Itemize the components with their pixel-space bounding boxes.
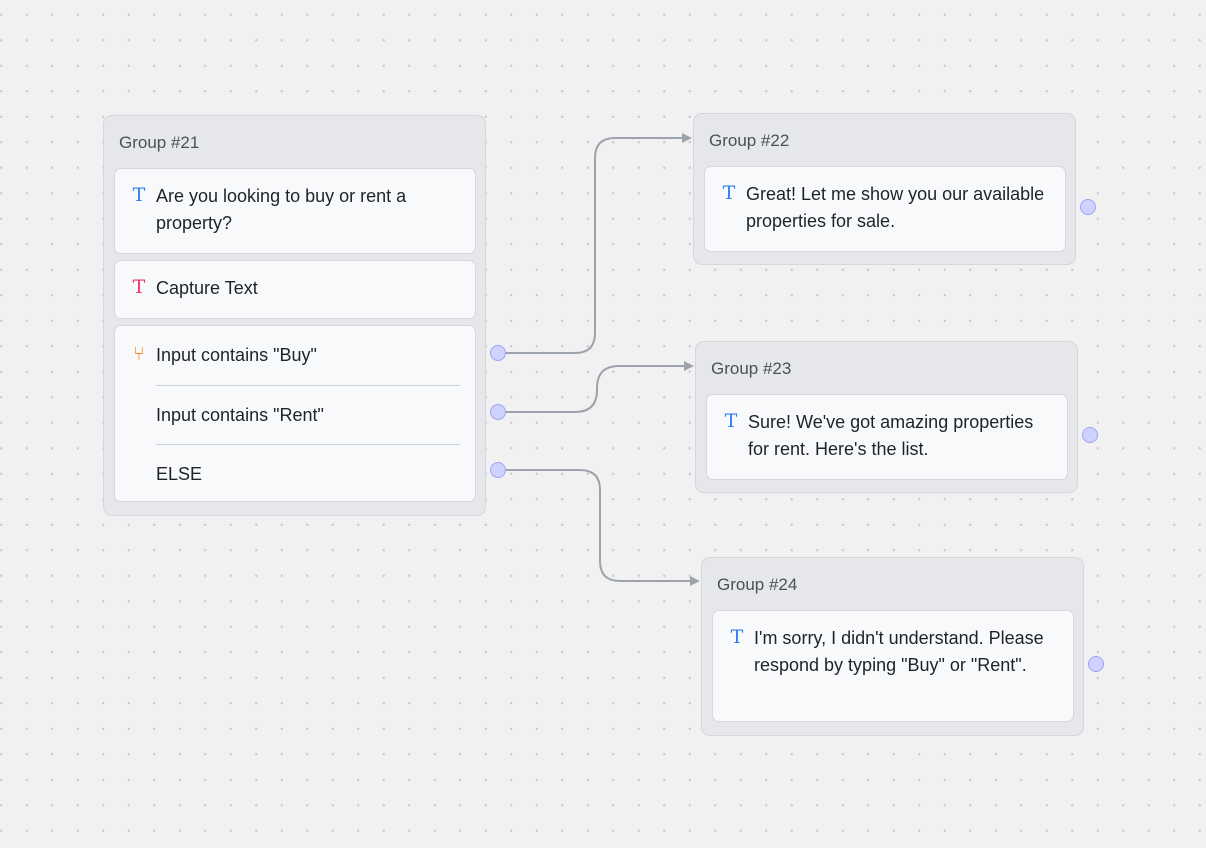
text-icon: T [722, 182, 736, 204]
block-text: I'm sorry, I didn't understand. Please r… [754, 628, 1044, 675]
text-icon: T [730, 626, 744, 648]
edge-rent-to-group-23 [505, 365, 685, 413]
text-bubble-block[interactable]: T Great! Let me show you our available p… [704, 166, 1066, 252]
output-port-group-22[interactable] [1080, 199, 1096, 215]
condition-item-rent[interactable]: Input contains "Rent" [156, 385, 460, 444]
condition-block[interactable]: ⑂ Input contains "Buy" Input contains "R… [114, 325, 476, 502]
output-port-else[interactable] [490, 462, 506, 478]
group-title[interactable]: Group #23 [706, 342, 1068, 394]
group-title[interactable]: Group #22 [704, 114, 1066, 166]
edge-else-to-group-24 [505, 469, 691, 582]
text-bubble-block[interactable]: T Are you looking to buy or rent a prope… [114, 168, 476, 254]
capture-text-icon: T [132, 276, 146, 298]
group-title[interactable]: Group #24 [712, 558, 1074, 610]
output-port-group-24[interactable] [1088, 656, 1104, 672]
condition-item-buy[interactable]: Input contains "Buy" [156, 326, 460, 385]
group-24[interactable]: Group #24 T I'm sorry, I didn't understa… [701, 557, 1084, 736]
text-icon: T [132, 184, 146, 206]
block-text: Great! Let me show you our available pro… [746, 184, 1045, 231]
block-text: Sure! We've got amazing properties for r… [748, 412, 1034, 459]
branch-icon: ⑂ [133, 343, 145, 365]
group-title[interactable]: Group #21 [114, 116, 476, 168]
text-bubble-block[interactable]: T I'm sorry, I didn't understand. Please… [712, 610, 1074, 722]
edge-buy-to-group-22 [505, 137, 683, 354]
text-icon: T [724, 410, 738, 432]
block-text: Are you looking to buy or rent a propert… [156, 186, 407, 233]
group-22[interactable]: Group #22 T Great! Let me show you our a… [693, 113, 1076, 265]
output-port-group-23[interactable] [1082, 427, 1098, 443]
block-text: Capture Text [156, 278, 258, 298]
edge-arrowhead [690, 576, 700, 586]
capture-text-block[interactable]: T Capture Text [114, 260, 476, 319]
group-23[interactable]: Group #23 T Sure! We've got amazing prop… [695, 341, 1078, 493]
condition-item-else[interactable]: ELSE [156, 444, 460, 503]
group-21[interactable]: Group #21 T Are you looking to buy or re… [103, 115, 486, 516]
output-port-buy[interactable] [490, 345, 506, 361]
edge-arrowhead [684, 361, 694, 371]
text-bubble-block[interactable]: T Sure! We've got amazing properties for… [706, 394, 1068, 480]
edge-arrowhead [682, 133, 692, 143]
output-port-rent[interactable] [490, 404, 506, 420]
